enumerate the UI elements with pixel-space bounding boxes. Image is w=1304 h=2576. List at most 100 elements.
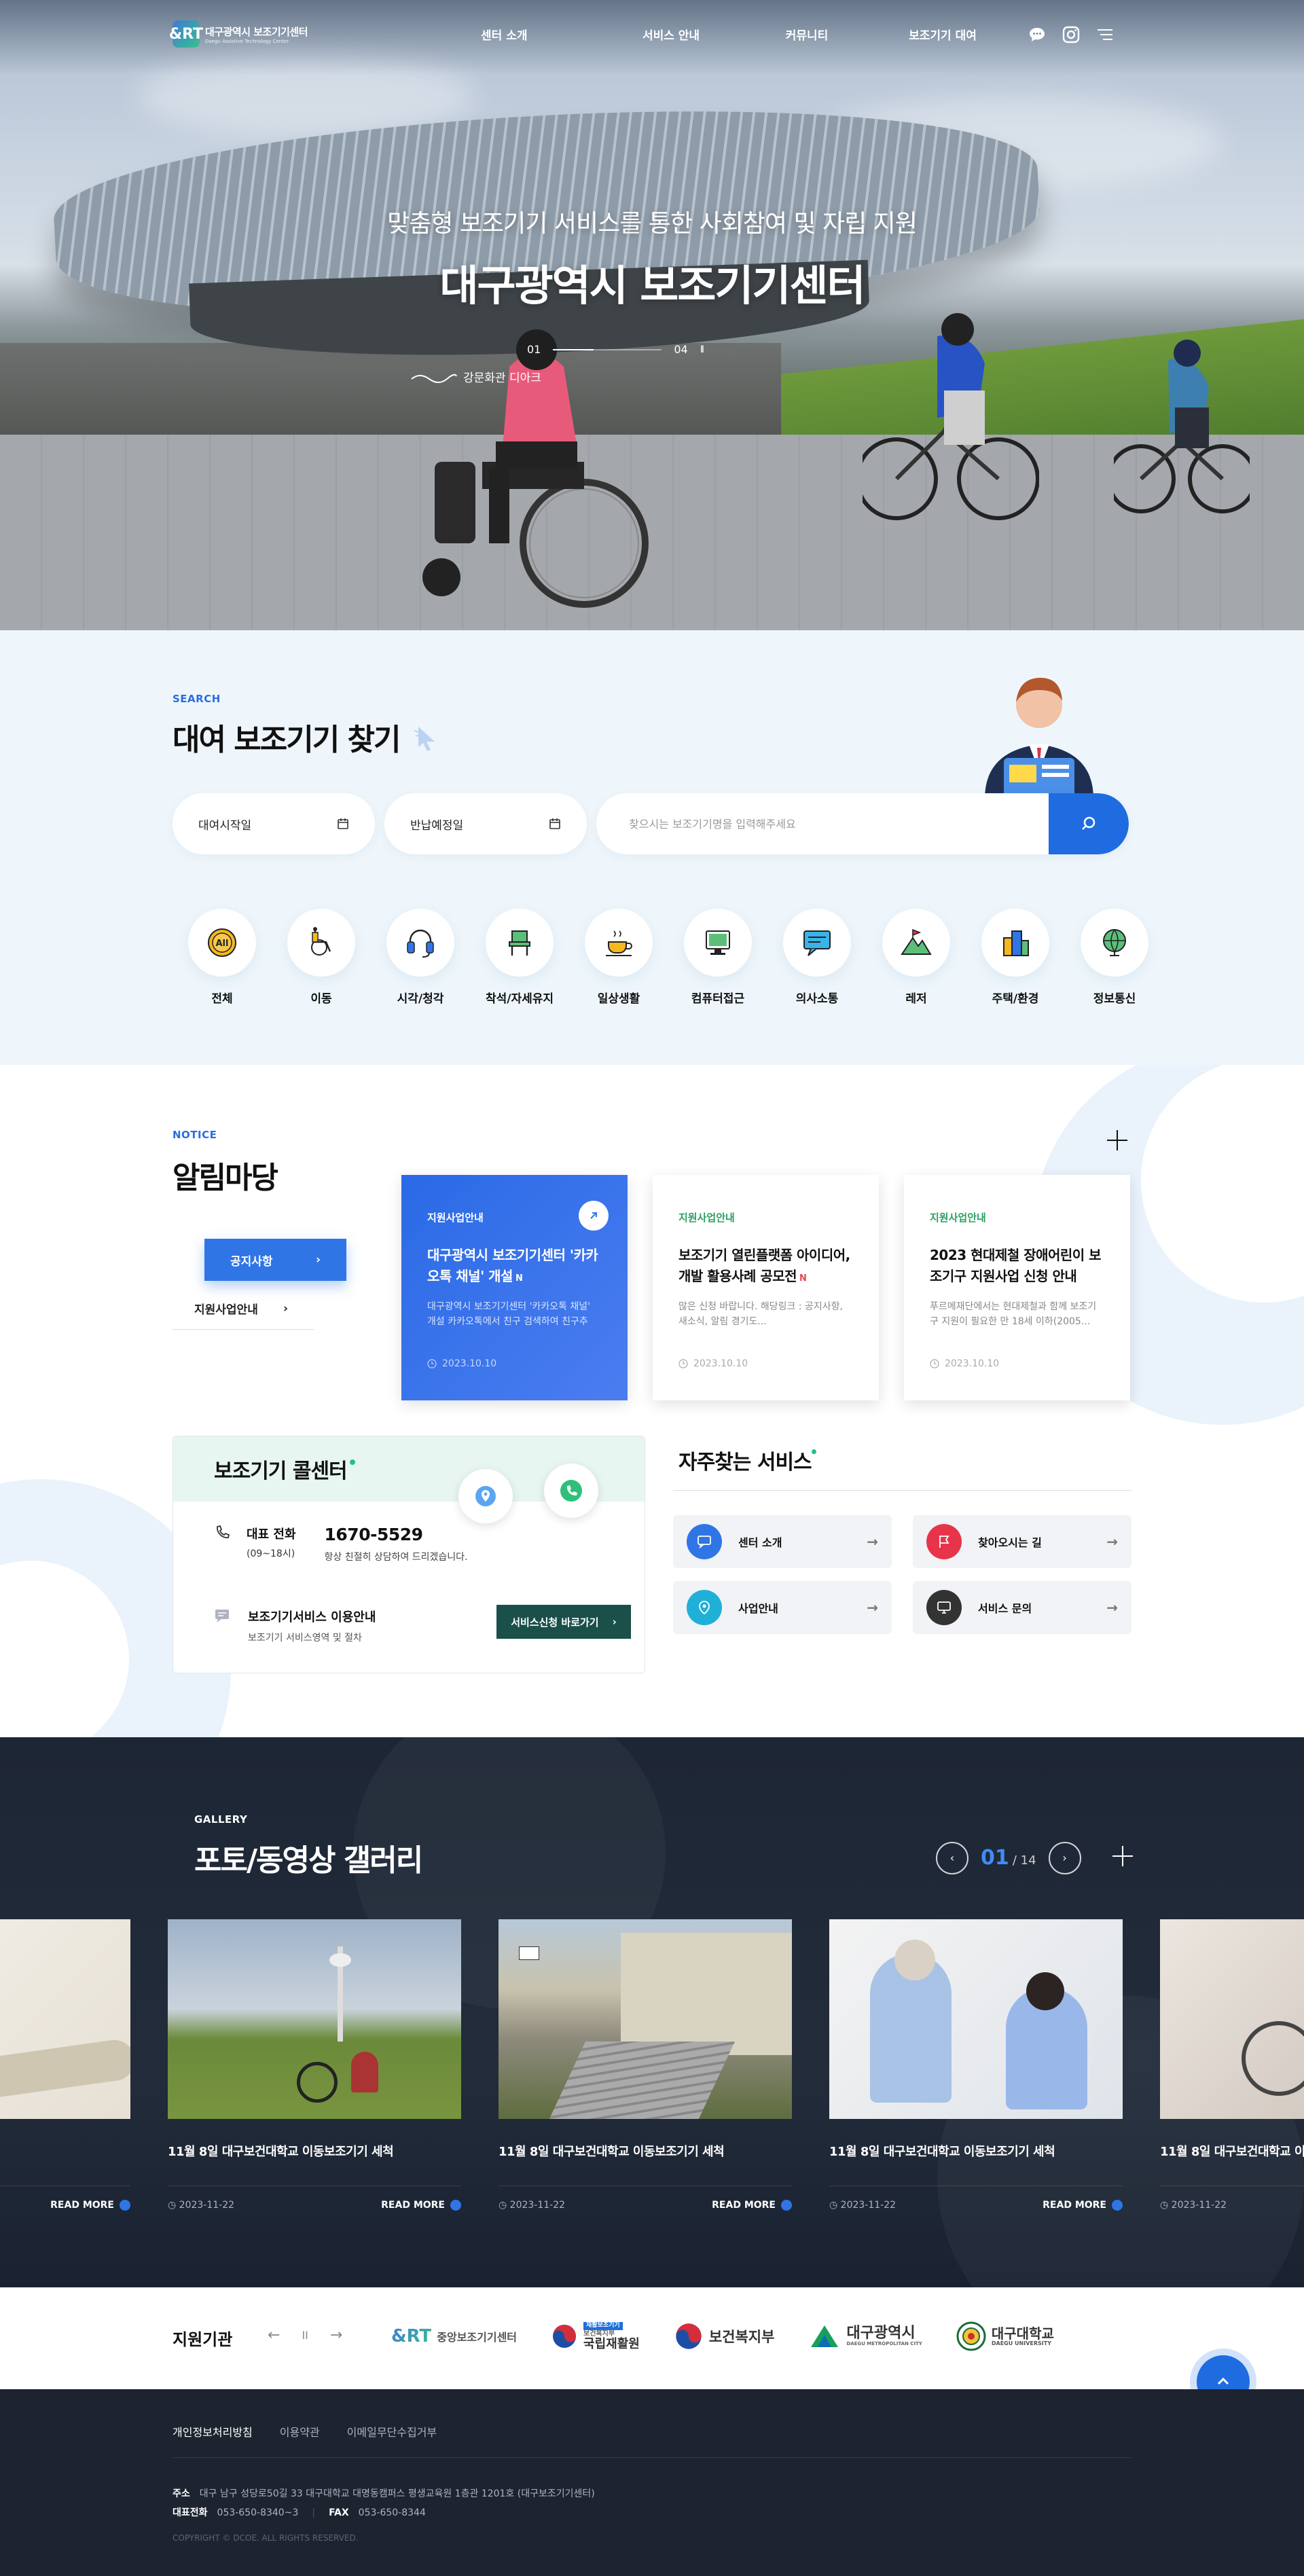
category-icon-wrap <box>585 909 653 977</box>
read-more-link[interactable]: READ MORE <box>50 2200 130 2211</box>
location-button[interactable] <box>458 1469 513 1523</box>
tab-notice[interactable]: 공지사항 › <box>204 1239 346 1281</box>
chat-icon[interactable] <box>1027 24 1047 45</box>
phone-label: 대표 전화 <box>247 1527 296 1542</box>
nav-rental[interactable]: 보조기기 대여 <box>875 26 1011 43</box>
category-ict[interactable]: 정보통신 <box>1065 909 1164 1006</box>
notice-card-date: 2023.10.10 <box>442 1358 497 1369</box>
fax-label: FAX <box>329 2507 349 2518</box>
gallery-image <box>0 1919 130 2119</box>
phone-number[interactable]: 1670-5529 <box>325 1525 468 1544</box>
category-icon-wrap <box>783 909 851 977</box>
category-label: 주택/환경 <box>992 992 1039 1006</box>
category-visual-hearing[interactable]: 시각/청각 <box>371 909 470 1006</box>
fav-service-inquiry[interactable]: 서비스 문의 → <box>913 1581 1131 1634</box>
gallery-more-button[interactable] <box>1111 1840 1134 1875</box>
read-more-label: READ MORE <box>50 2200 114 2211</box>
address-label: 주소 <box>173 2488 190 2499</box>
all-icon-text: All <box>216 939 229 949</box>
nav-center-intro[interactable]: 센터 소개 <box>481 26 528 43</box>
category-all[interactable]: All 전체 <box>173 909 272 1006</box>
hero-title: 대구광역시 보조기기센터 <box>439 261 865 310</box>
gallery-date-wrap: ◷ 2023-11-22 <box>829 2200 896 2211</box>
image-wheelchair <box>1242 2021 1304 2096</box>
gallery-card[interactable]: 11월 8일 대구보건대학교 이동보조기기 세척 ◷ 2023-11-22 REA… <box>168 1919 461 2211</box>
notice-card[interactable]: 지원사업안내 2023 현대제철 장애어린이 보조기구 지원사업 신청 안내 푸… <box>904 1175 1130 1400</box>
search-button[interactable] <box>1049 793 1129 854</box>
instagram-icon[interactable] <box>1061 24 1081 45</box>
notice-card-tag: 지원사업안내 <box>930 1212 986 1224</box>
search-title: 대여 보조기기 찾기 <box>173 723 401 757</box>
partner-logo-mohw[interactable]: 보건복지부 <box>674 2316 774 2357</box>
footer-divider <box>173 2457 1131 2458</box>
chevron-right-icon: › <box>612 1616 617 1628</box>
gallery-next-button[interactable]: › <box>1048 1841 1081 1874</box>
search-input[interactable] <box>629 817 1049 831</box>
terms-link[interactable]: 이용약관 <box>280 2423 320 2439</box>
phone-button[interactable] <box>544 1464 598 1518</box>
category-computer-access[interactable]: 컴퓨터접근 <box>668 909 767 1006</box>
nav-service-info[interactable]: 서비스 안내 <box>603 26 739 43</box>
category-seating[interactable]: 착석/자세유지 <box>470 909 569 1006</box>
partner-logo-rehab[interactable]: 재활보조기기 보건복지부 국립재활원 <box>551 2316 640 2357</box>
notice-card-title: 대구광역시 보조기기센터 '카카오톡 채널' 개설 <box>427 1247 598 1284</box>
fav-center-intro[interactable]: 센터 소개 → <box>673 1515 892 1568</box>
globe-icon <box>1103 929 1126 956</box>
partner-logo-university[interactable]: 대구대학교 DAEGU UNIVERSITY <box>956 2316 1054 2357</box>
fav-business-info[interactable]: 사업안내 → <box>673 1581 892 1634</box>
gallery-card[interactable]: 11월 8일 대구보건대학교 이동보조기기 세척 ◷ 2023-11-22 <box>1160 1919 1304 2211</box>
gallery-track: READ MORE 11월 8일 대구보건대학교 이동보조기기 세척 ◷ 202… <box>0 1919 1304 2211</box>
teacup-icon <box>606 930 632 956</box>
monitor-icon <box>926 1590 962 1625</box>
notice-card-tag: 지원사업안내 <box>427 1212 484 1224</box>
favorite-services: 자주찾는 서비스 센터 소개 → 찾아오시는 길 → 사업안내 → 서비스 문의… <box>673 1436 1131 1634</box>
fav-directions[interactable]: 찾아오시는 길 → <box>913 1515 1131 1568</box>
calendar-icon <box>338 818 348 829</box>
gallery-card[interactable]: 11월 8일 대구보건대학교 이동보조기기 세척 ◷ 2023-11-22 REA… <box>499 1919 792 2211</box>
notice-more-button[interactable] <box>1106 1127 1129 1159</box>
category-housing[interactable]: 주택/환경 <box>966 909 1065 1006</box>
gallery-card[interactable]: 11월 8일 대구보건대학교 이동보조기기 세척 ◷ 2023-11-22 REA… <box>829 1919 1123 2211</box>
notice-card[interactable]: 지원사업안내 대구광역시 보조기기센터 '카카오톡 채널' 개설 N 대구광역시 … <box>401 1175 628 1400</box>
category-icon-wrap <box>1081 909 1148 977</box>
read-more-link[interactable]: READ MORE <box>712 2200 792 2211</box>
tab-support-program[interactable]: 지원사업안내 › <box>173 1288 314 1330</box>
arrow-right-icon: → <box>1106 1599 1118 1616</box>
arrow-left-icon[interactable]: ← <box>268 2327 280 2344</box>
category-mobility[interactable]: 이동 <box>272 909 371 1006</box>
category-leisure[interactable]: 레저 <box>867 909 966 1006</box>
favorite-services-grid: 센터 소개 → 찾아오시는 길 → 사업안내 → 서비스 문의 → <box>673 1515 1131 1634</box>
end-date-field[interactable]: 반납예정일 <box>384 793 587 854</box>
email-policy-link[interactable]: 이메일무단수집거부 <box>347 2423 437 2439</box>
notice-card-list: 지원사업안내 대구광역시 보조기기센터 '카카오톡 채널' 개설 N 대구광역시 … <box>401 1175 1130 1400</box>
site-logo[interactable]: &RT 대구광역시 보조기기센터 Daegu Assistive Technol… <box>169 20 308 48</box>
category-icon-wrap <box>882 909 950 977</box>
image-flag <box>519 1946 539 1960</box>
gallery-pager: 01 / 14 <box>981 1846 1036 1870</box>
read-more-link[interactable]: READ MORE <box>381 2200 461 2211</box>
category-label: 착석/자세유지 <box>485 992 554 1006</box>
pause-button[interactable]: II <box>700 344 704 355</box>
gallery-prev-button[interactable]: ‹ <box>936 1841 968 1874</box>
service-apply-button[interactable]: 서비스신청 바로가기 › <box>496 1605 631 1639</box>
category-communication[interactable]: 의사소통 <box>767 909 867 1006</box>
image-stairs <box>547 2042 735 2119</box>
partner-logo-daegu[interactable]: 대구광역시 DAEGU METROPOLITAN CITY <box>808 2316 922 2357</box>
pause-icon[interactable]: II <box>302 2329 308 2344</box>
notice-card[interactable]: 지원사업안내 보조기기 열린플랫폼 아이디어, 개발 활용사례 공모전 N 많은 … <box>653 1175 879 1400</box>
chevron-left-icon: ‹ <box>949 1851 955 1864</box>
gallery-date: 2023-11-22 <box>179 2200 235 2211</box>
menu-icon[interactable] <box>1095 24 1115 45</box>
nav-community[interactable]: 커뮤니티 <box>739 26 875 43</box>
logo-mark: &RT <box>391 2326 432 2346</box>
read-more-link[interactable]: READ MORE <box>1043 2200 1123 2211</box>
partner-name: 대구광역시 <box>846 2325 916 2342</box>
category-daily-living[interactable]: 일상생활 <box>569 909 668 1006</box>
start-date-field[interactable]: 대여시작일 <box>173 793 375 854</box>
footer-links: 개인정보처리방침 이용약관 이메일무단수집거부 <box>173 2423 437 2439</box>
arrow-right-icon[interactable]: → <box>330 2327 342 2344</box>
gallery-card[interactable]: READ MORE <box>0 1919 130 2211</box>
partner-logo-central[interactable]: &RT 중앙보조기기센터 <box>391 2316 517 2357</box>
partner-text: 재활보조기기 보건복지부 국립재활원 <box>583 2321 640 2351</box>
privacy-policy-link[interactable]: 개인정보처리방침 <box>173 2423 253 2439</box>
